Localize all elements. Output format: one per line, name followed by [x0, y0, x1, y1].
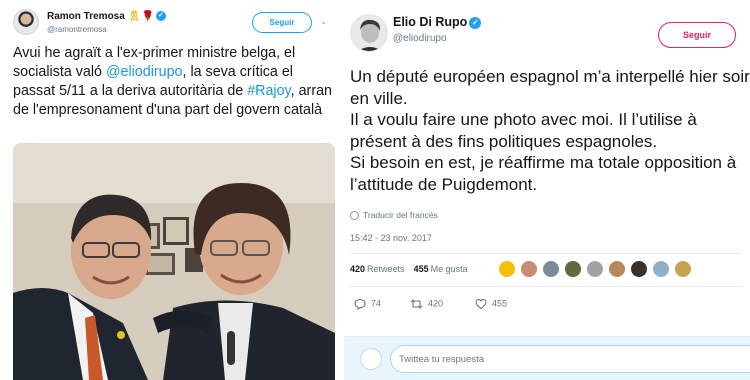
reply-composer — [344, 336, 750, 380]
avatar[interactable] — [630, 260, 648, 278]
avatar[interactable] — [498, 260, 516, 278]
retweet-button[interactable]: 420 — [410, 298, 443, 310]
ribbon-icon: 🎗 — [127, 11, 141, 22]
reply-button[interactable]: 74 — [354, 298, 382, 311]
retweets-stat[interactable]: 420 Retweets — [350, 264, 405, 274]
timestamp[interactable]: 15:42 - 23 nov. 2017 — [350, 233, 432, 243]
likes-count: 455 — [413, 264, 429, 274]
tweet-text: Un député européen espagnol m’a interpel… — [350, 67, 750, 194]
follow-button[interactable]: Seguir — [658, 22, 736, 48]
chevron-down-icon[interactable]: ⌄ — [320, 16, 330, 26]
tweet-photo[interactable] — [13, 143, 335, 380]
author-handle[interactable]: @ramontremosa — [47, 25, 107, 34]
mention-link[interactable]: @eliodirupo — [106, 64, 183, 80]
avatar[interactable] — [608, 260, 626, 278]
selfie-photo — [13, 143, 335, 380]
right-tweet: Elio Di Rupo ✓ @eliodirupo Seguir Un dépu… — [344, 0, 750, 380]
heart-icon — [475, 299, 487, 310]
reply-count: 74 — [371, 298, 382, 309]
likes-stat[interactable]: 455 Me gusta — [414, 264, 468, 274]
author-name-row[interactable]: Elio Di Rupo ✓ — [393, 15, 482, 29]
reply-icon — [354, 298, 366, 311]
avatar[interactable] — [652, 260, 670, 278]
tweet-text: Avui he agraït a l'ex-primer ministre be… — [13, 44, 333, 120]
author-name[interactable]: Elio Di Rupo — [393, 15, 467, 29]
avatar[interactable] — [350, 14, 388, 52]
rose-icon: 🌹 — [141, 11, 154, 22]
tweet-actions: 74 420 455 — [350, 298, 550, 314]
avatar[interactable] — [564, 260, 582, 278]
hashtag-link[interactable]: #Rajoy — [247, 83, 290, 99]
avatar[interactable] — [13, 9, 39, 35]
left-tweet: Ramon Tremosa 🎗🌹 ✓ @ramontremosa Seguir ⌄ … — [0, 0, 338, 380]
translate-label[interactable]: Traducir del francés — [363, 210, 438, 220]
divider — [350, 286, 742, 287]
like-count: 455 — [492, 298, 508, 309]
engagement-stats: 420 Retweets 455 Me gusta — [350, 264, 468, 274]
author-name-row[interactable]: Ramon Tremosa 🎗🌹 ✓ — [47, 11, 166, 22]
divider — [350, 253, 742, 254]
avatar — [360, 348, 382, 370]
retweet-count: 420 — [428, 298, 444, 309]
follow-button[interactable]: Seguir — [252, 12, 312, 33]
avatar[interactable] — [586, 260, 604, 278]
avatar-portrait — [351, 15, 387, 51]
retweets-count: 420 — [350, 264, 366, 274]
retweets-label: Retweets — [367, 264, 405, 274]
author-name[interactable]: Ramon Tremosa — [47, 11, 125, 22]
like-button[interactable]: 455 — [475, 298, 507, 310]
likes-label: Me gusta — [430, 264, 468, 274]
verified-icon: ✓ — [155, 11, 166, 22]
avatar[interactable] — [542, 260, 560, 278]
author-handle[interactable]: @eliodirupo — [393, 33, 447, 44]
avatar[interactable] — [520, 260, 538, 278]
translate-link[interactable]: Traducir del francés — [350, 210, 438, 221]
retweet-icon — [410, 299, 423, 309]
reply-input[interactable] — [390, 345, 750, 373]
verified-icon: ✓ — [469, 16, 482, 29]
avatar[interactable] — [674, 260, 692, 278]
globe-icon — [350, 211, 359, 221]
